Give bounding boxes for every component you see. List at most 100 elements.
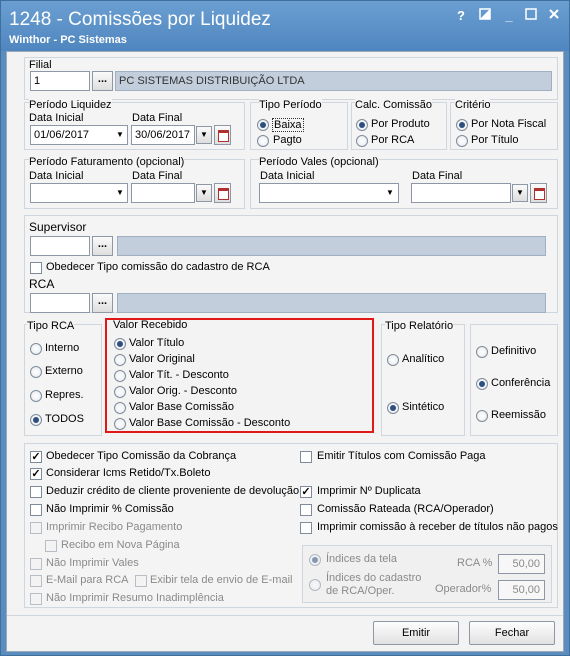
nao-imprimir-vales-checkbox[interactable] xyxy=(30,558,42,570)
radio-externo-label[interactable]: Externo xyxy=(45,365,83,377)
close-icon[interactable] xyxy=(546,8,562,24)
radio-conferencia[interactable] xyxy=(476,378,488,390)
radio-por-rca[interactable] xyxy=(356,135,368,147)
emitir-titulos-comissao-paga-checkbox[interactable] xyxy=(300,451,312,463)
footer-divider xyxy=(7,615,563,616)
radio-por-nota-fiscal[interactable] xyxy=(456,119,468,131)
radio-valor-orig-desconto[interactable] xyxy=(114,386,126,398)
deduzir-credito-checkbox[interactable] xyxy=(30,486,42,498)
radio-analitico-label[interactable]: Analítico xyxy=(402,353,444,365)
calendar-icon[interactable] xyxy=(214,125,231,145)
imprimir-comissao-receber-checkbox[interactable] xyxy=(300,522,312,534)
supervisor-search-button[interactable]: ... xyxy=(92,236,113,256)
radio-todos[interactable] xyxy=(30,414,42,426)
radio-externo[interactable] xyxy=(30,366,42,378)
radio-valor-base-comissao[interactable] xyxy=(114,402,126,414)
imprimir-comissao-receber-label[interactable]: Imprimir comissão à receber de títulos n… xyxy=(317,521,558,533)
exibir-tela-email-label: Exibir tela de envio de E-mail xyxy=(150,574,293,586)
considerar-icms-retido-checkbox[interactable]: ✓ xyxy=(30,468,42,480)
radio-sintetico[interactable] xyxy=(387,402,399,414)
radio-por-titulo-label[interactable]: Por Título xyxy=(471,134,519,146)
obedecer-tipo-comissao-cobranca-label[interactable]: Obedecer Tipo Comissão da Cobrança xyxy=(46,450,236,462)
radio-repres-label[interactable]: Repres. xyxy=(45,389,84,401)
radio-por-nota-fiscal-label[interactable]: Por Nota Fiscal xyxy=(471,118,546,130)
radio-valor-original[interactable] xyxy=(114,354,126,366)
vales-data-inicial-input[interactable] xyxy=(259,183,399,203)
tipo-relatorio-title: Tipo Relatório xyxy=(385,320,454,332)
comissao-rateada-label[interactable]: Comissão Rateada (RCA/Operador) xyxy=(317,503,494,515)
email-rca-checkbox[interactable] xyxy=(30,575,42,587)
radio-baixa-label[interactable]: Baixa xyxy=(272,118,304,132)
radio-valor-base-comissao-desconto-label[interactable]: Valor Base Comissão - Desconto xyxy=(129,417,290,429)
imprimir-duplicata-checkbox[interactable]: ✓ xyxy=(300,486,312,498)
radio-valor-tit-desconto-label[interactable]: Valor Tít. - Desconto xyxy=(129,369,229,381)
supervisor-code-input[interactable] xyxy=(30,236,90,256)
radio-baixa[interactable] xyxy=(257,119,269,131)
radio-valor-base-comissao-desconto[interactable] xyxy=(114,418,126,430)
exibir-tela-email-checkbox[interactable] xyxy=(135,575,147,587)
radio-reemissao-label[interactable]: Reemissão xyxy=(491,409,546,421)
rca-code-input[interactable] xyxy=(30,293,90,313)
calendar-icon[interactable] xyxy=(214,183,231,203)
radio-pagto-label[interactable]: Pagto xyxy=(273,134,302,146)
chevron-down-icon[interactable]: ▼ xyxy=(512,184,528,202)
obedecer-tipo-comissao-label[interactable]: Obedecer Tipo comissão do cadastro de RC… xyxy=(46,261,270,273)
nao-imprimir-resumo-checkbox[interactable] xyxy=(30,593,42,605)
nao-imprimir-comissao-label[interactable]: Não Imprimir % Comissão xyxy=(46,503,174,515)
radio-indices-cadastro[interactable] xyxy=(309,579,321,591)
considerar-icms-retido-label[interactable]: Considerar Icms Retido/Tx.Boleto xyxy=(46,467,210,479)
imprimir-recibo-pagamento-checkbox[interactable] xyxy=(30,522,42,534)
filial-code-input[interactable]: 1 xyxy=(30,71,90,91)
radio-valor-titulo-label[interactable]: Valor Título xyxy=(129,337,184,349)
maximize-icon[interactable] xyxy=(523,8,539,24)
radio-definitivo[interactable] xyxy=(476,346,488,358)
chevron-down-icon[interactable]: ▼ xyxy=(196,126,212,144)
radio-analitico[interactable] xyxy=(387,354,399,366)
vales-data-final-input[interactable] xyxy=(411,183,511,203)
radio-repres[interactable] xyxy=(30,390,42,402)
radio-pagto[interactable] xyxy=(257,135,269,147)
deduzir-credito-label[interactable]: Deduzir crédito de cliente proveniente d… xyxy=(46,485,299,497)
minimize-button[interactable]: _ xyxy=(501,8,517,24)
radio-valor-base-comissao-label[interactable]: Valor Base Comissão xyxy=(129,401,234,413)
emitir-titulos-comissao-paga-label[interactable]: Emitir Títulos com Comissão Paga xyxy=(317,450,486,462)
rca-percent-input[interactable]: 50,00 xyxy=(498,554,545,574)
imprimir-recibo-pagamento-label: Imprimir Recibo Pagamento xyxy=(46,521,183,533)
radio-sintetico-label[interactable]: Sintético xyxy=(402,401,444,413)
operador-percent-input[interactable]: 50,00 xyxy=(498,580,545,600)
radio-valor-tit-desconto[interactable] xyxy=(114,370,126,382)
chevron-down-icon[interactable]: ▼ xyxy=(113,184,127,202)
radio-todos-label[interactable]: TODOS xyxy=(45,413,84,425)
filial-search-button[interactable]: ... xyxy=(92,71,113,91)
nao-imprimir-comissao-checkbox[interactable] xyxy=(30,504,42,516)
chevron-down-icon[interactable]: ▼ xyxy=(383,184,397,202)
faturamento-data-final-input[interactable] xyxy=(131,183,195,203)
radio-por-produto-label[interactable]: Por Produto xyxy=(371,118,430,130)
rca-search-button[interactable]: ... xyxy=(92,293,113,313)
emitir-button[interactable]: Emitir xyxy=(373,621,459,645)
radio-conferencia-label[interactable]: Conferência xyxy=(491,377,550,389)
radio-por-titulo[interactable] xyxy=(456,135,468,147)
radio-por-rca-label[interactable]: Por RCA xyxy=(371,134,414,146)
radio-por-produto[interactable] xyxy=(356,119,368,131)
radio-valor-orig-desconto-label[interactable]: Valor Orig. - Desconto xyxy=(129,385,237,397)
radio-valor-original-label[interactable]: Valor Original xyxy=(129,353,195,365)
recibo-nova-pagina-checkbox[interactable] xyxy=(45,540,57,552)
radio-reemissao[interactable] xyxy=(476,410,488,422)
radio-interno-label[interactable]: Interno xyxy=(45,342,79,354)
comissao-rateada-checkbox[interactable] xyxy=(300,504,312,516)
chevron-down-icon[interactable]: ▼ xyxy=(196,184,212,202)
imprimir-duplicata-label[interactable]: Imprimir Nº Duplicata xyxy=(317,485,421,497)
restore-icon[interactable] xyxy=(477,8,493,24)
radio-interno[interactable] xyxy=(30,343,42,355)
liquidez-data-final-input[interactable]: 30/06/2017 xyxy=(131,125,195,145)
help-button[interactable]: ? xyxy=(453,8,469,24)
fechar-button[interactable]: Fechar xyxy=(469,621,555,645)
obedecer-tipo-comissao-cobranca-checkbox[interactable]: ✓ xyxy=(30,451,42,463)
calendar-icon[interactable] xyxy=(530,183,547,203)
radio-definitivo-label[interactable]: Definitivo xyxy=(491,345,536,357)
radio-valor-titulo[interactable] xyxy=(114,338,126,350)
obedecer-tipo-comissao-checkbox[interactable] xyxy=(30,262,42,274)
chevron-down-icon[interactable]: ▼ xyxy=(113,126,127,144)
radio-indices-tela[interactable] xyxy=(309,554,321,566)
